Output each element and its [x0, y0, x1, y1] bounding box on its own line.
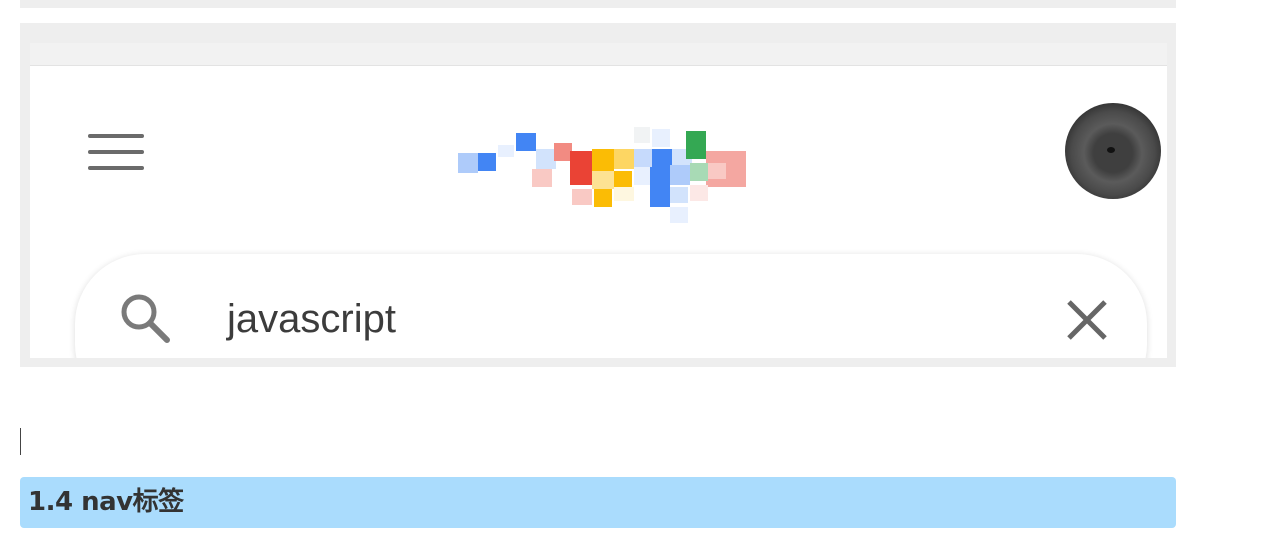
logo-pixel [592, 171, 614, 189]
logo-pixel [614, 149, 636, 169]
logo-pixel [650, 167, 670, 187]
search-icon[interactable] [117, 290, 173, 346]
section-heading-text: 1.4 nav标签 [28, 487, 184, 517]
previous-image-bottom-edge [20, 0, 1176, 8]
logo-pixel [614, 187, 634, 201]
logo-pixel [458, 153, 478, 173]
logo-pixel [570, 171, 592, 185]
pixelated-logo [458, 121, 758, 223]
user-avatar[interactable] [1065, 103, 1161, 199]
section-heading: 1.4 nav标签 [20, 477, 1176, 528]
logo-pixel [594, 189, 612, 207]
search-query-text[interactable]: javascript [227, 294, 396, 344]
logo-pixel [634, 127, 650, 143]
logo-pixel [670, 165, 690, 185]
logo-pixel [686, 131, 706, 159]
logo-pixel [498, 145, 514, 157]
logo-pixel [634, 149, 652, 167]
logo-pixel [690, 163, 708, 181]
logo-pixel [708, 163, 726, 179]
logo-pixel [670, 187, 688, 203]
logo-pixel [570, 151, 592, 173]
hamburger-menu-icon[interactable] [88, 134, 146, 174]
logo-pixel [572, 189, 592, 205]
logo-pixel [592, 149, 614, 171]
browser-top-bar [30, 43, 1167, 67]
close-icon[interactable] [1065, 298, 1109, 342]
avatar-eye [1107, 147, 1115, 153]
logo-pixel [532, 169, 552, 187]
logo-pixel [652, 149, 672, 169]
logo-pixel [536, 149, 556, 169]
logo-pixel [614, 171, 632, 187]
logo-pixel [652, 129, 670, 147]
logo-pixel [516, 133, 536, 151]
logo-pixel [690, 185, 708, 201]
logo-pixel [650, 187, 670, 207]
logo-pixel [670, 207, 688, 223]
embedded-screenshot: javascript [20, 23, 1176, 367]
text-cursor [20, 428, 21, 455]
logo-pixel [478, 153, 496, 171]
search-bar[interactable]: javascript [75, 254, 1147, 358]
mobile-search-page: javascript [30, 66, 1167, 358]
